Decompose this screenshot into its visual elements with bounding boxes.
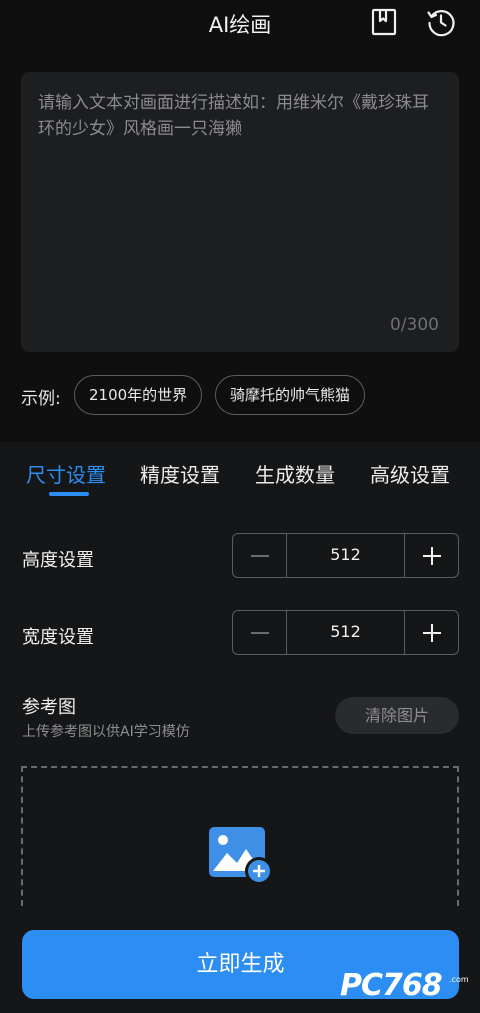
width-label: 宽度设置 [22,627,94,648]
height-decrement-button[interactable] [233,534,286,577]
header-bar: AI绘画 [0,0,480,48]
reference-upload-area[interactable] [21,766,459,906]
watermark-suffix: .com [449,975,469,984]
tab-size-settings[interactable]: 尺寸设置 [26,459,106,488]
tab-quantity-settings[interactable]: 生成数量 [255,459,335,488]
bookmark-icon[interactable] [368,6,400,38]
tab-advanced-settings[interactable]: 高级设置 [370,459,450,488]
tab-precision-settings[interactable]: 精度设置 [140,459,220,488]
minus-icon [250,631,269,634]
reference-title: 参考图 [22,697,76,718]
watermark-brand: PC768 [340,968,443,1003]
height-increment-button[interactable] [405,534,458,577]
reference-subtitle: 上传参考图以供AI学习模仿 [22,724,190,740]
settings-panel: 尺寸设置 精度设置 生成数量 高级设置 高度设置 512 宽度设置 512 参考… [0,442,480,1013]
plus-icon [422,623,441,642]
add-image-icon[interactable] [209,827,275,887]
history-icon[interactable] [425,6,457,38]
watermark-logo: PC768 .com [340,968,480,1008]
height-label: 高度设置 [22,550,94,571]
width-value[interactable]: 512 [286,611,405,654]
minus-icon [250,554,269,557]
width-increment-button[interactable] [405,611,458,654]
height-value[interactable]: 512 [286,534,405,577]
example-chip-world-2100[interactable]: 2100年的世界 [74,375,203,415]
prompt-placeholder: 请输入文本对画面进行描述如：用维米尔《戴珍珠耳环的少女》风格画一只海獭 [38,93,429,139]
prompt-input[interactable]: 请输入文本对画面进行描述如：用维米尔《戴珍珠耳环的少女》风格画一只海獭 0/30… [21,72,459,352]
page-title: AI绘画 [208,13,272,37]
height-stepper: 512 [232,533,459,578]
clear-image-button[interactable]: 清除图片 [335,697,459,734]
width-stepper: 512 [232,610,459,655]
character-counter: 0/300 [390,315,439,335]
example-chip-panda-motorcycle[interactable]: 骑摩托的帅气熊猫 [215,375,366,415]
plus-icon [422,546,441,565]
active-tab-indicator [49,492,89,496]
examples-label: 示例: [21,389,61,409]
settings-tabs: 尺寸设置 精度设置 生成数量 高级设置 [0,442,480,500]
width-decrement-button[interactable] [233,611,286,654]
